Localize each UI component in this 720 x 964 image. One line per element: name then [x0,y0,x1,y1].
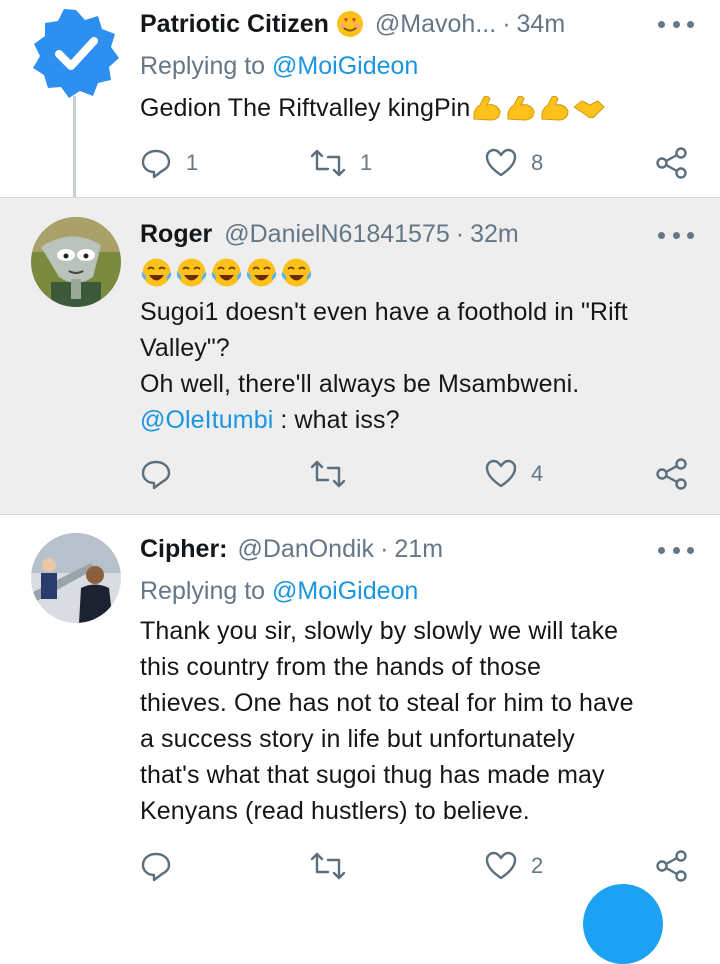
tweet-text-line: Thank you sir, slowly by slowly we will … [140,617,619,645]
separator-dot: · [380,534,389,563]
mention-link[interactable]: @OleItumbi [140,406,273,434]
tweet-roger[interactable]: Roger @DanielN61841575 · 32m Sugoi1 does… [0,198,720,514]
flexed-biceps-emoji [473,95,501,121]
retweet-button[interactable] [310,454,360,494]
tweet-actions: 4 [140,454,700,494]
tweet-text-line: thieves. One has not to steal for him to… [140,689,634,717]
replying-to: Replying to @MoiGideon [140,577,418,606]
reply-count: 1 [186,150,199,175]
more-options-icon[interactable] [658,540,694,560]
like-count: 8 [531,150,544,175]
user-handle[interactable]: @DanOndik [238,535,375,564]
share-icon [656,147,687,179]
separator-dot: · [502,9,511,38]
replying-to-handle-link[interactable]: @MoiGideon [272,577,418,605]
separator-dot: · [455,219,465,248]
tweet-cipher[interactable]: Cipher: @DanOndik · 21m Replying to @Moi… [0,515,720,895]
flexed-biceps-emoji [507,95,535,121]
tweet-text-line: this country from the hands of those [140,653,542,681]
avatar-verified-badge[interactable] [31,8,121,98]
heart-icon [485,851,517,880]
tweet-header: Patriotic Citizen @Mavoh... · 34m [140,7,700,41]
like-button[interactable]: 2 [485,846,543,886]
tweet-text: Sugoi1 doesn't even have a foothold in "… [140,294,690,438]
timestamp[interactable]: 32m [470,220,519,249]
handshake-emoji [573,100,606,119]
smiling-face-with-heart-eyes-emoji [336,11,363,37]
reply-button[interactable] [140,454,186,494]
avatar[interactable] [31,217,121,307]
tweet-text-fragment: : what iss? [273,406,400,434]
share-button[interactable] [655,143,689,183]
replying-to-label: Replying to [140,52,266,80]
tweet-actions: 2 [140,846,700,886]
replying-to: Replying to @MoiGideon [140,52,418,81]
share-button[interactable] [655,454,689,494]
face-with-tears-of-joy-emoji [141,258,172,287]
tweet-text-content: Gedion The Riftvalley kingPin [140,94,471,122]
tweet-text-line: Sugoi1 doesn't even have a foothold in "… [140,298,628,326]
tweet-emoji-row [140,256,313,292]
avatar-image [31,217,121,307]
tweet-actions: 1 1 8 [140,143,700,183]
display-name[interactable]: Patriotic Citizen [140,10,329,39]
tweet-text-line: Oh well, there'll always be Msambweni. [140,370,580,398]
avatar-image [31,533,121,623]
share-icon [656,458,687,490]
display-name[interactable]: Cipher: [140,535,228,564]
more-options-icon[interactable] [658,14,694,34]
avatar[interactable] [31,533,121,623]
tweet-text: Gedion The Riftvalley kingPin [140,90,690,126]
verified-badge-icon [33,9,119,98]
retweet-icon [310,149,346,177]
tweet-text-line: @OleItumbi : what iss? [140,402,690,438]
timestamp[interactable]: 34m [517,10,566,39]
user-handle[interactable]: @Mavoh... [375,10,496,39]
like-button[interactable]: 8 [485,143,543,183]
like-count: 4 [531,461,544,486]
tweet-text: Thank you sir, slowly by slowly we will … [140,613,690,829]
tweet-text-line: that's what that sugoi thug has made may [140,761,605,789]
tweet-header: Cipher: @DanOndik · 21m [140,532,700,566]
like-button[interactable]: 4 [485,454,543,494]
face-with-tears-of-joy-emoji [211,258,242,287]
tweet-patriotic-citizen[interactable]: Patriotic Citizen @Mavoh... · 34m Replyi… [0,0,720,197]
retweet-count: 1 [360,150,373,175]
tweet-text-line: a success story in life but unfortunatel… [140,725,575,753]
retweet-icon [310,852,346,880]
user-handle[interactable]: @DanielN61841575 [224,220,450,249]
reply-icon [141,149,171,179]
display-name[interactable]: Roger [140,220,212,249]
reply-icon [141,852,171,882]
reply-icon [141,460,171,490]
thread-connector-line [73,96,76,206]
more-options-icon[interactable] [658,225,694,245]
reply-button[interactable] [140,846,186,886]
face-with-tears-of-joy-emoji [281,258,312,287]
tweet-text-line: Kenyans (read hustlers) to believe. [140,797,530,825]
share-icon [656,850,687,882]
compose-fab-button[interactable] [583,884,663,964]
share-button[interactable] [655,846,689,886]
reply-button[interactable]: 1 [140,143,198,183]
tweet-text-line: Valley"? [140,334,230,362]
flexed-biceps-emoji [541,95,569,121]
retweet-icon [310,460,346,488]
retweet-button[interactable]: 1 [310,143,372,183]
replying-to-label: Replying to [140,577,266,605]
face-with-tears-of-joy-emoji [246,258,277,287]
like-count: 2 [531,853,544,878]
timestamp[interactable]: 21m [394,535,443,564]
heart-icon [485,148,517,177]
retweet-button[interactable] [310,846,360,886]
replying-to-handle-link[interactable]: @MoiGideon [272,52,418,80]
tweet-header: Roger @DanielN61841575 · 32m [140,217,700,251]
heart-icon [485,459,517,488]
face-with-tears-of-joy-emoji [176,258,207,287]
